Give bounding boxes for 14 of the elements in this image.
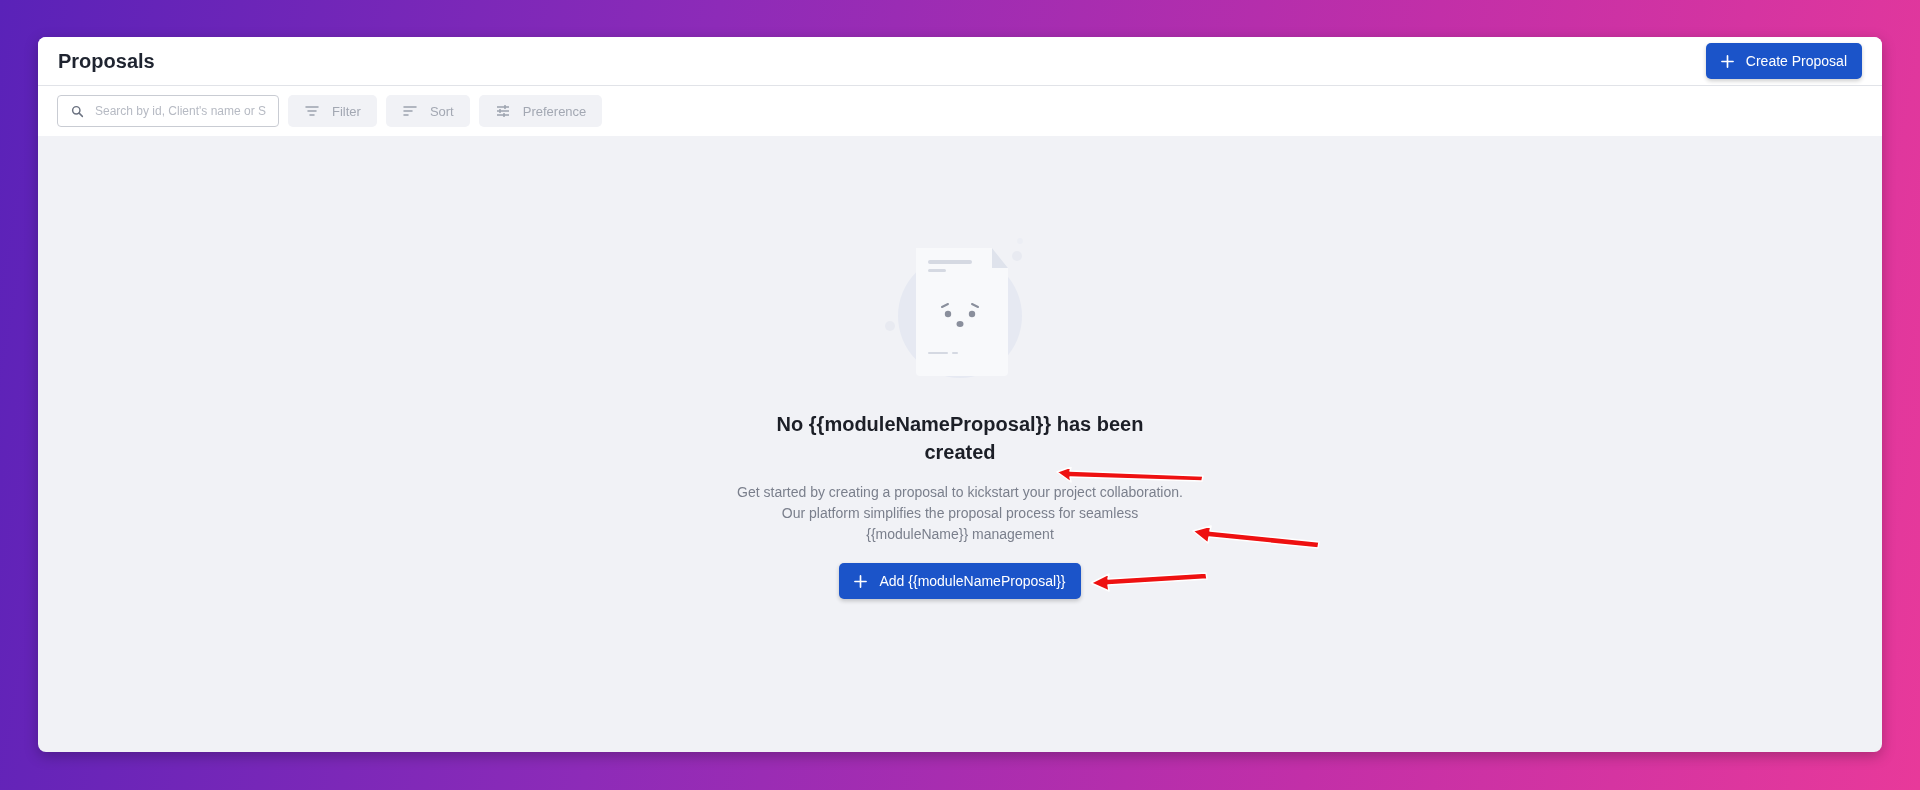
sliders-icon xyxy=(494,103,511,119)
preference-button[interactable]: Preference xyxy=(478,95,603,127)
page-title: Proposals xyxy=(58,49,155,73)
filter-button[interactable]: Filter xyxy=(288,95,377,127)
search-field[interactable]: Search by id, Client's name or S xyxy=(57,95,279,127)
sort-icon xyxy=(401,103,418,119)
plus-icon xyxy=(854,574,868,588)
add-proposal-button[interactable]: Add {{moduleNameProposal}} xyxy=(839,563,1081,599)
plus-icon xyxy=(1720,54,1734,68)
sort-button[interactable]: Sort xyxy=(385,95,470,127)
empty-state-heading: No {{moduleNameProposal}} has been created xyxy=(775,412,1145,465)
empty-state-description: Get started by creating a proposal to kickstart your project collaboration. Our platform simplifies the proposal process for seamless {{moduleName}} management xyxy=(736,483,1184,544)
create-proposal-button[interactable]: Create Proposal xyxy=(1705,43,1862,79)
filter-icon xyxy=(304,103,320,119)
